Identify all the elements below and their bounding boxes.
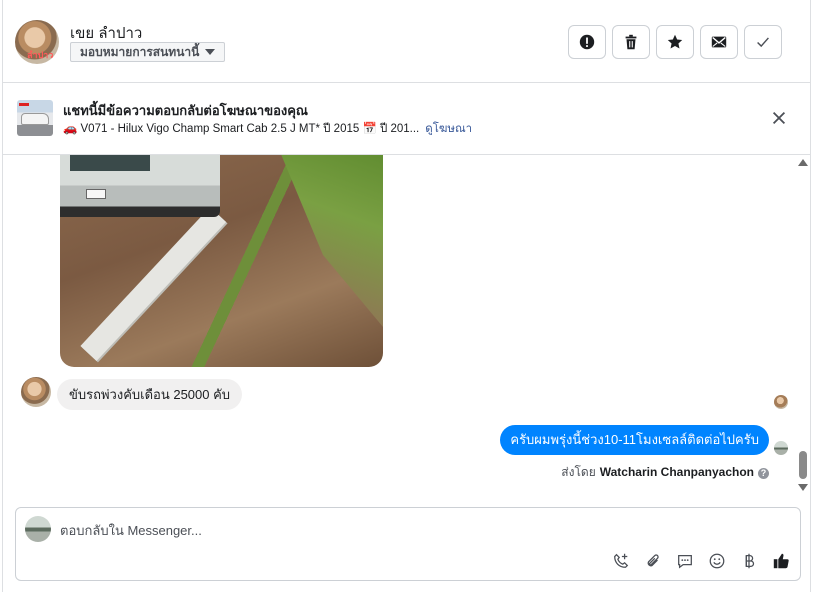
like-icon	[773, 553, 789, 569]
spam-button[interactable]	[568, 25, 606, 59]
message-scrollbar[interactable]	[798, 155, 808, 497]
attach-button[interactable]	[642, 550, 664, 572]
baht-icon	[745, 553, 755, 569]
scroll-thumb[interactable]	[799, 451, 807, 479]
ad-reply-banner: แชทนี้มีข้อความตอบกลับต่อโฆษณาของคุณ 🚗 V…	[3, 84, 810, 155]
payment-button[interactable]	[738, 550, 760, 572]
ad-thumbnail[interactable]	[17, 100, 53, 136]
paperclip-icon	[647, 554, 659, 567]
photo-truck-plate	[86, 189, 106, 199]
like-button[interactable]	[770, 550, 792, 572]
contact-avatar[interactable]: ลำปาว	[15, 20, 59, 64]
view-ad-link[interactable]: ดูโฆษณา	[425, 123, 472, 135]
star-icon	[667, 34, 683, 49]
incoming-message[interactable]: ขับรถพ่วงคับเดือน 25000 คับ	[57, 379, 243, 410]
scroll-down-arrow-icon[interactable]	[798, 484, 808, 491]
caret-down-icon	[205, 49, 216, 55]
star-button[interactable]	[656, 25, 694, 59]
close-icon[interactable]	[770, 109, 788, 127]
sent-by-name[interactable]: Watcharin Chanpanyachon	[600, 465, 754, 479]
photo-attachment[interactable]	[60, 155, 383, 367]
conversation-header: ลำปาว เขย ลำปาว มอบหมายการสนทนานี้	[3, 0, 810, 83]
alert-icon	[579, 34, 595, 50]
photo-truck	[60, 155, 220, 217]
photo-curb	[80, 207, 227, 361]
call-add-icon	[614, 553, 629, 568]
scroll-up-arrow-icon[interactable]	[798, 159, 808, 166]
envelope-icon	[711, 36, 727, 48]
mark-done-button[interactable]	[744, 25, 782, 59]
assign-conversation-dropdown[interactable]: มอบหมายการสนทนานี้	[70, 42, 226, 62]
header-toolbar	[568, 25, 782, 59]
sender-avatar[interactable]	[21, 377, 51, 407]
ad-thumbnail-car	[21, 113, 49, 125]
call-button[interactable]	[610, 550, 632, 572]
page-avatar	[25, 516, 51, 542]
assign-label: มอบหมายการสนทนานี้	[80, 45, 200, 59]
photo-grass	[278, 155, 383, 327]
sent-by-prefix: ส่งโดย	[561, 465, 596, 479]
read-receipt-avatar	[774, 441, 788, 455]
saved-replies-button[interactable]	[674, 550, 696, 572]
mark-unread-button[interactable]	[700, 25, 738, 59]
outgoing-message[interactable]: ครับผมพรุ่งนี้ช่วง10-11โมงเซลล์ติดต่อไปค…	[500, 425, 769, 455]
emoji-button[interactable]	[706, 550, 728, 572]
composer-toolbar	[610, 550, 792, 572]
delete-button[interactable]	[612, 25, 650, 59]
avatar-badge: ลำปาว	[27, 50, 54, 60]
help-icon[interactable]: ?	[758, 468, 769, 479]
reply-composer	[15, 507, 801, 581]
emoji-icon	[709, 553, 725, 569]
seen-indicator-avatar	[774, 395, 788, 409]
check-icon	[757, 37, 769, 48]
ad-banner-subtitle: 🚗 V071 - Hilux Vigo Champ Smart Cab 2.5 …	[63, 120, 472, 138]
message-list: ขับรถพ่วงคับเดือน 25000 คับ ครับผมพรุ่งน…	[3, 155, 810, 497]
saved-reply-icon	[678, 554, 692, 569]
photo-truck-window	[70, 155, 150, 171]
trash-icon	[625, 34, 637, 50]
reply-input[interactable]	[60, 520, 660, 540]
ad-thumbnail-strip	[19, 103, 29, 106]
ad-banner-title: แชทนี้มีข้อความตอบกลับต่อโฆษณาของคุณ	[63, 103, 308, 118]
sent-by-label: ส่งโดย Watcharin Chanpanyachon?	[561, 463, 769, 482]
chat-window: ลำปาว เขย ลำปาว มอบหมายการสนทนานี้ แชทนี…	[2, 0, 811, 592]
ad-description: 🚗 V071 - Hilux Vigo Champ Smart Cab 2.5 …	[63, 123, 420, 135]
